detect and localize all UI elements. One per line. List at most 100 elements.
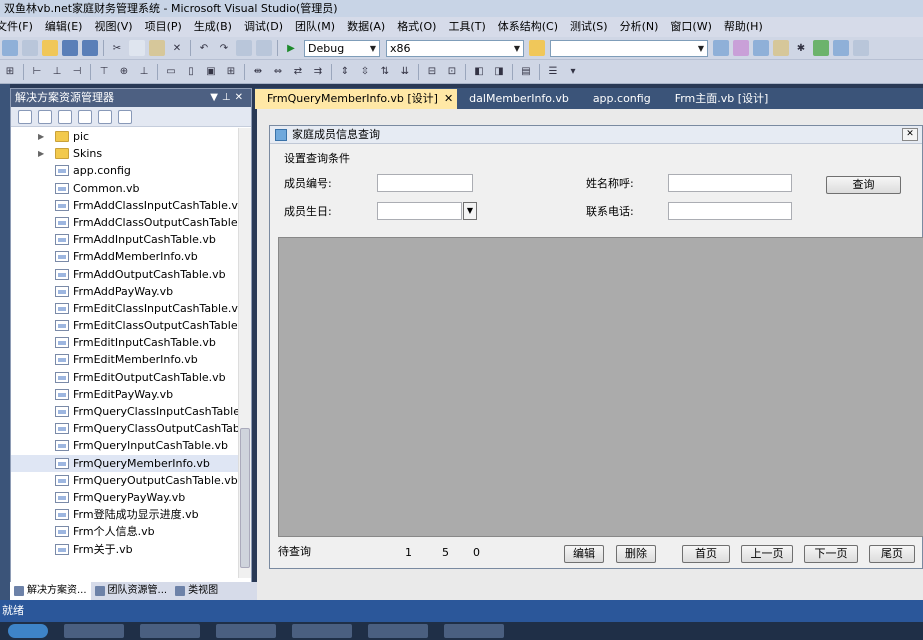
next-page-button[interactable]: 下一页 bbox=[804, 545, 858, 563]
tree-item-file[interactable]: FrmEditMemberInfo.vb bbox=[11, 351, 239, 368]
taskbar-app-button[interactable] bbox=[368, 624, 428, 638]
menu-test[interactable]: 测试(S) bbox=[564, 17, 614, 37]
platform-dropdown[interactable]: x86 ▼ bbox=[386, 39, 524, 57]
phone-input[interactable] bbox=[668, 202, 792, 220]
tree-item-file[interactable]: FrmAddClassOutputCashTable.vb bbox=[11, 214, 239, 231]
vertical-spacing-remove-icon[interactable]: ⇊ bbox=[397, 64, 413, 80]
menu-format[interactable]: 格式(O) bbox=[391, 17, 442, 37]
chevron-down-icon[interactable]: ▼ bbox=[463, 202, 477, 220]
align-rights-icon[interactable]: ⊣ bbox=[69, 64, 85, 80]
delete-button[interactable]: 删除 bbox=[616, 545, 656, 563]
save-icon[interactable] bbox=[62, 40, 78, 56]
menu-edit[interactable]: 编辑(E) bbox=[39, 17, 89, 37]
make-same-height-icon[interactable]: ▯ bbox=[183, 64, 199, 80]
tab-team-explorer[interactable]: 团队资源管... bbox=[91, 582, 172, 600]
birthday-picker[interactable] bbox=[377, 202, 462, 220]
vertical-spacing-decrease-icon[interactable]: ⇅ bbox=[377, 64, 393, 80]
navigate-forward-icon[interactable] bbox=[256, 40, 272, 56]
tree-item-file[interactable]: FrmAddPayWay.vb bbox=[11, 283, 239, 300]
doc-tab-dalmemberinfo[interactable]: dalMemberInfo.vb bbox=[457, 89, 581, 109]
taskbar-app-button[interactable] bbox=[140, 624, 200, 638]
scrollbar-thumb[interactable] bbox=[240, 428, 250, 568]
horizontal-spacing-decrease-icon[interactable]: ⇄ bbox=[290, 64, 306, 80]
toolbar-options-icon[interactable]: ▾ bbox=[565, 64, 581, 80]
first-page-button[interactable]: 首页 bbox=[682, 545, 730, 563]
horizontal-spacing-remove-icon[interactable]: ⇉ bbox=[310, 64, 326, 80]
taskbar-app-button[interactable] bbox=[292, 624, 352, 638]
menu-architecture[interactable]: 体系结构(C) bbox=[492, 17, 564, 37]
tree-item-file-selected[interactable]: FrmQueryMemberInfo.vb bbox=[11, 454, 239, 472]
menu-project[interactable]: 项目(P) bbox=[139, 17, 188, 37]
size-to-grid-icon[interactable]: ⊞ bbox=[223, 64, 239, 80]
properties-icon[interactable] bbox=[733, 40, 749, 56]
member-id-input[interactable] bbox=[377, 174, 473, 192]
tree-item-file[interactable]: FrmQueryClassInputCashTable.vb bbox=[11, 403, 239, 420]
tools-icon[interactable]: ✱ bbox=[793, 40, 809, 56]
menu-tools[interactable]: 工具(T) bbox=[442, 17, 491, 37]
delete-icon[interactable]: ✕ bbox=[169, 40, 185, 56]
class-diagram-icon[interactable] bbox=[118, 109, 132, 124]
doc-tab-frm-main-design[interactable]: Frm主面.vb [设计] bbox=[663, 89, 781, 109]
query-button[interactable]: 查询 bbox=[826, 176, 901, 194]
last-page-button[interactable]: 尾页 bbox=[869, 545, 915, 563]
start-button-icon[interactable] bbox=[8, 624, 48, 638]
toolbox-icon[interactable] bbox=[773, 40, 789, 56]
tree-item-folder[interactable]: ▶ Skins bbox=[11, 145, 239, 162]
expand-icon[interactable]: ▶ bbox=[38, 145, 44, 162]
align-centers-icon[interactable]: ⊥ bbox=[49, 64, 65, 80]
tree-item-folder[interactable]: ▶ pic bbox=[11, 128, 239, 145]
navigate-back-icon[interactable] bbox=[236, 40, 252, 56]
tree-item-file[interactable]: FrmEditPayWay.vb bbox=[11, 386, 239, 403]
menu-data[interactable]: 数据(A) bbox=[341, 17, 391, 37]
doc-tab-app-config[interactable]: app.config bbox=[581, 89, 663, 109]
tree-item-file[interactable]: app.config bbox=[11, 162, 239, 179]
refresh-icon[interactable] bbox=[58, 109, 72, 124]
make-same-size-icon[interactable]: ▣ bbox=[203, 64, 219, 80]
view-code-icon[interactable] bbox=[78, 109, 92, 124]
close-icon[interactable]: ✕ bbox=[444, 89, 453, 109]
tree-item-file[interactable]: FrmAddMemberInfo.vb bbox=[11, 248, 239, 265]
menu-team[interactable]: 团队(M) bbox=[289, 17, 341, 37]
dropdown-icon[interactable]: ▼ bbox=[210, 92, 222, 103]
find-in-files-icon[interactable] bbox=[529, 40, 545, 56]
menu-file[interactable]: 文件(F) bbox=[0, 17, 39, 37]
properties-icon[interactable] bbox=[18, 109, 32, 124]
send-to-back-icon[interactable]: ◨ bbox=[491, 64, 507, 80]
pin-icon[interactable]: ⊥ bbox=[222, 92, 235, 103]
previous-page-button[interactable]: 上一页 bbox=[741, 545, 793, 563]
align-to-grid-icon[interactable]: ⊞ bbox=[2, 64, 18, 80]
menu-window[interactable]: 窗口(W) bbox=[664, 17, 717, 37]
show-all-files-icon[interactable] bbox=[38, 109, 52, 124]
save-all-icon[interactable] bbox=[82, 40, 98, 56]
vertical-spacing-increase-icon[interactable]: ⇳ bbox=[357, 64, 373, 80]
center-vertically-icon[interactable]: ⊡ bbox=[444, 64, 460, 80]
edit-button[interactable]: 编辑 bbox=[564, 545, 604, 563]
solution-config-dropdown[interactable]: Debug ▼ bbox=[304, 39, 380, 57]
new-project-icon[interactable] bbox=[2, 40, 18, 56]
menu-analyze[interactable]: 分析(N) bbox=[614, 17, 665, 37]
align-middles-icon[interactable]: ⊕ bbox=[116, 64, 132, 80]
tree-item-file[interactable]: FrmEditInputCashTable.vb bbox=[11, 334, 239, 351]
tree-item-file[interactable]: FrmQueryPayWay.vb bbox=[11, 489, 239, 506]
tree-item-file[interactable]: FrmAddClassInputCashTable.vb bbox=[11, 197, 239, 214]
solution-explorer-icon[interactable] bbox=[713, 40, 729, 56]
taskbar-app-button[interactable] bbox=[216, 624, 276, 638]
paste-icon[interactable] bbox=[149, 40, 165, 56]
name-input[interactable] bbox=[668, 174, 792, 192]
horizontal-spacing-increase-icon[interactable]: ⇔ bbox=[270, 64, 286, 80]
window-layout-icon[interactable] bbox=[853, 40, 869, 56]
center-horizontally-icon[interactable]: ⊟ bbox=[424, 64, 440, 80]
bring-to-front-icon[interactable]: ◧ bbox=[471, 64, 487, 80]
make-same-width-icon[interactable]: ▭ bbox=[163, 64, 179, 80]
undo-icon[interactable]: ↶ bbox=[196, 40, 212, 56]
tab-class-view[interactable]: 类视图 bbox=[171, 582, 222, 600]
taskbar-app-button[interactable] bbox=[444, 624, 504, 638]
find-combo[interactable]: ▼ bbox=[550, 39, 708, 57]
designed-form[interactable]: 家庭成员信息查询 ✕ 设置查询条件 成员编号: 姓名称呼: 查询 成员生日: ▼… bbox=[269, 125, 923, 569]
vertical-spacing-equal-icon[interactable]: ⇕ bbox=[337, 64, 353, 80]
tree-item-file[interactable]: FrmAddOutputCashTable.vb bbox=[11, 266, 239, 283]
copy-icon[interactable] bbox=[129, 40, 145, 56]
menu-build[interactable]: 生成(B) bbox=[188, 17, 238, 37]
member-data-grid[interactable] bbox=[278, 237, 923, 537]
horizontal-spacing-equal-icon[interactable]: ⇹ bbox=[250, 64, 266, 80]
